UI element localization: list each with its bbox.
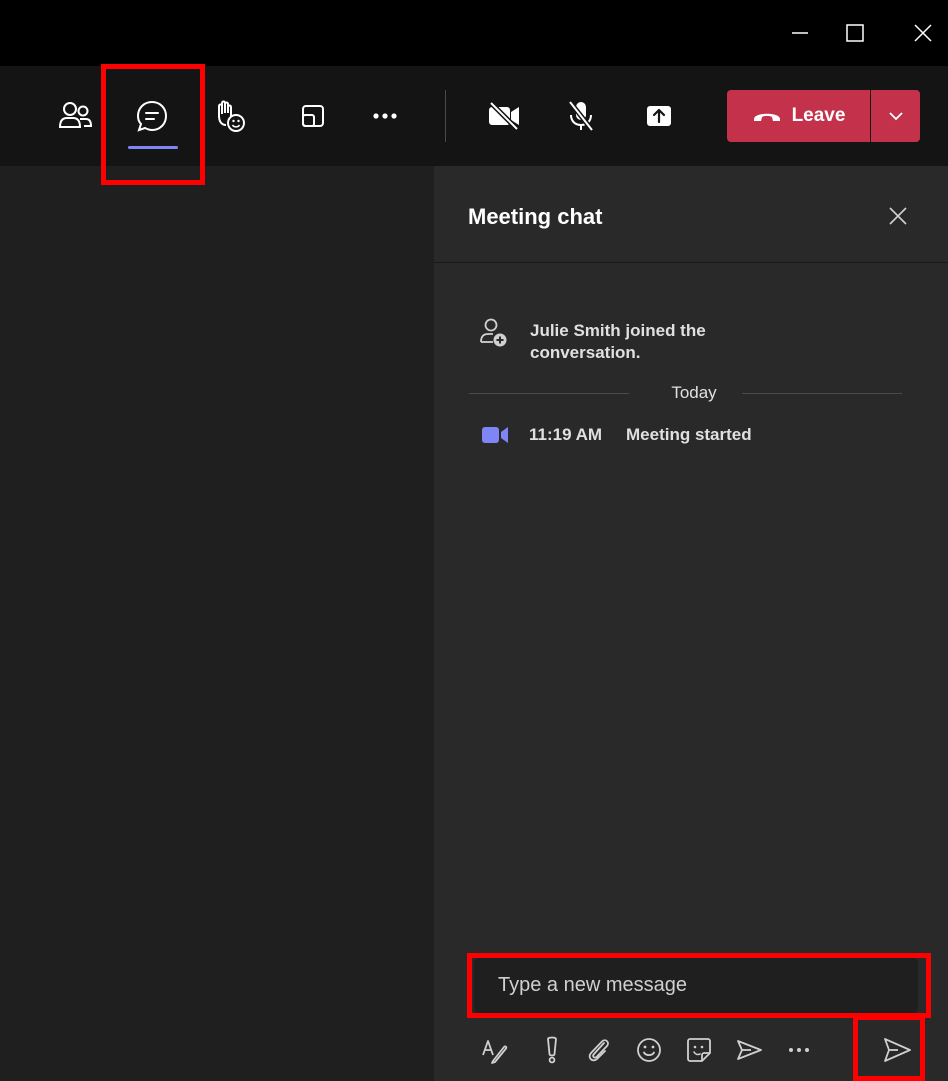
send-button[interactable] [875,1028,919,1072]
rooms-button[interactable] [288,91,338,141]
attach-button[interactable] [579,1030,619,1070]
minimize-button[interactable] [777,8,823,58]
toolbar-divider [445,90,446,142]
format-button[interactable] [474,1030,514,1070]
leave-label: Leave [791,105,846,126]
video-camera-icon [482,427,508,443]
meeting-event-time: 11:19 AM [529,425,603,444]
meeting-event-text: Meeting started [626,425,752,444]
chat-active-indicator [128,146,178,149]
sticker-icon [687,1038,711,1062]
phone-hangup-icon [753,113,780,121]
share-button[interactable] [634,91,684,141]
camera-toggle-button[interactable] [479,91,529,141]
react-button[interactable] [205,91,255,141]
chat-button[interactable] [127,91,177,141]
leave-options-button[interactable] [871,90,920,142]
chat-icon [136,100,168,132]
camera-off-icon [489,101,519,131]
loop-button[interactable] [729,1030,769,1070]
close-icon [914,24,932,42]
divider-line-right [742,393,902,394]
minimize-icon [792,32,808,34]
chat-header: Meeting chat [434,166,948,263]
loop-icon [737,1040,762,1060]
divider-line-left [469,393,629,394]
date-divider-label: Today [671,383,717,402]
chat-title: Meeting chat [468,204,603,229]
meeting-stage [0,166,434,1081]
attach-icon [588,1039,609,1062]
leave-button[interactable]: Leave [727,90,870,142]
message-input[interactable] [474,958,918,1013]
share-icon [647,106,671,126]
participants-button[interactable] [50,91,100,141]
more-options-icon [789,1048,809,1052]
participants-icon [58,102,93,128]
person-add-icon [480,318,507,347]
meeting-chat-panel: Meeting chat Julie Smith joined the conv… [434,166,948,1081]
title-bar [0,0,948,66]
chevron-down-icon [888,112,903,121]
maximize-button[interactable] [832,8,878,58]
close-chat-button[interactable] [880,198,916,234]
sticker-button[interactable] [679,1030,719,1070]
more-icon [373,113,397,119]
priority-button[interactable] [532,1030,572,1070]
format-icon [482,1040,508,1064]
emoji-icon [637,1038,661,1062]
mic-toggle-button[interactable] [556,91,606,141]
system-message: Julie Smith joined the conversation. [530,321,706,362]
send-icon [884,1038,911,1062]
priority-icon [547,1036,557,1064]
close-window-button[interactable] [900,8,946,58]
rooms-icon [302,105,324,127]
mic-off-icon [568,100,594,132]
more-actions-button[interactable] [360,91,410,141]
more-options-button[interactable] [779,1030,819,1070]
react-raise-hand-icon [218,100,245,132]
maximize-icon [846,24,864,42]
emoji-button[interactable] [629,1030,669,1070]
close-icon [889,207,907,225]
